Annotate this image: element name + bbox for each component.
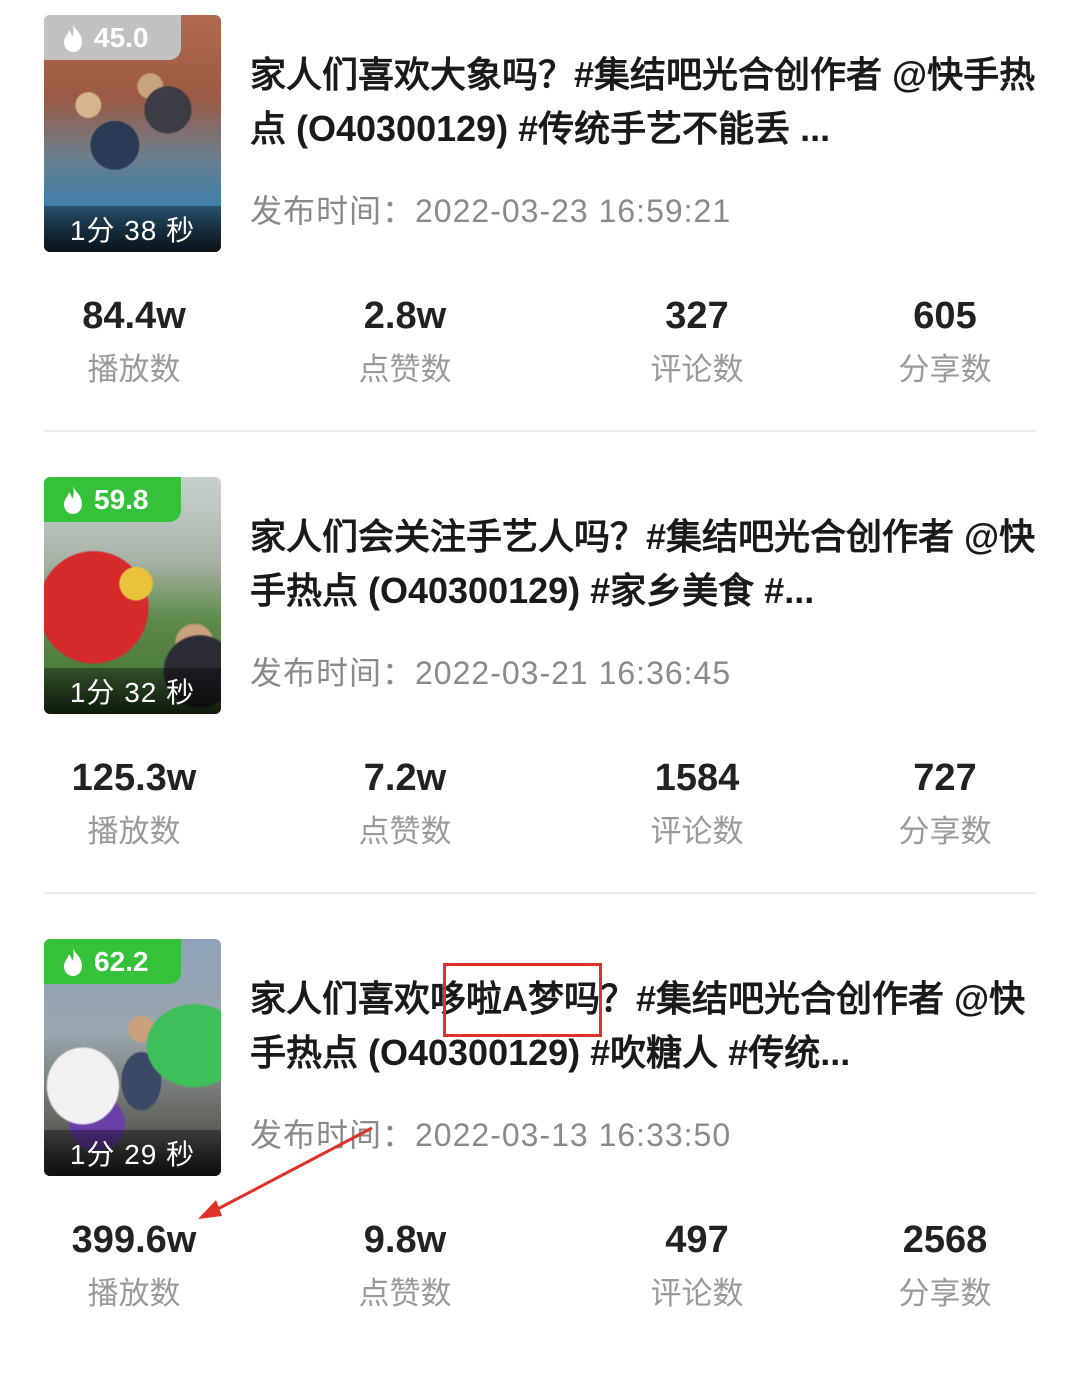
stat-label: 播放数 bbox=[87, 814, 181, 849]
stat-plays: 84.4w 播放数 bbox=[24, 290, 244, 392]
video-title[interactable]: 家人们喜欢哆啦A梦吗？#集结吧光合创作者 @快手热点 (O40300129) #… bbox=[250, 972, 1040, 1080]
video-stats: 125.3w 播放数 7.2w 点赞数 1584 评论数 727 分享数 bbox=[0, 752, 1080, 872]
stat-label: 播放数 bbox=[87, 1276, 181, 1311]
stat-value: 605 bbox=[913, 295, 977, 337]
stat-label: 分享数 bbox=[898, 1276, 992, 1311]
flame-icon bbox=[64, 23, 82, 52]
stat-value: 1584 bbox=[654, 757, 740, 799]
stat-value: 125.3w bbox=[71, 757, 197, 799]
video-title[interactable]: 家人们会关注手艺人吗？#集结吧光合创作者 @快手热点 (O40300129) #… bbox=[250, 510, 1040, 618]
heat-score: 45.0 bbox=[94, 21, 149, 53]
publish-time: 发布时间：2022-03-23 16:59:21 bbox=[250, 193, 732, 229]
video-thumbnail[interactable]: 45.0 1分 38 秒 bbox=[44, 15, 221, 252]
video-duration: 1分 32 秒 bbox=[44, 668, 221, 714]
stat-likes: 2.8w 点赞数 bbox=[295, 290, 515, 392]
stat-value: 399.6w bbox=[71, 1219, 197, 1261]
stat-comments: 497 评论数 bbox=[587, 1214, 807, 1316]
stat-value: 7.2w bbox=[363, 757, 447, 799]
stat-shares: 2568 分享数 bbox=[835, 1214, 1055, 1316]
stat-plays: 399.6w 播放数 bbox=[24, 1214, 244, 1316]
heat-score: 62.2 bbox=[94, 945, 149, 977]
flame-icon bbox=[64, 947, 82, 976]
highlight-box-annotation bbox=[443, 963, 602, 1037]
stat-value: 327 bbox=[665, 295, 729, 337]
stat-label: 评论数 bbox=[650, 1276, 744, 1311]
video-thumbnail[interactable]: 62.2 1分 29 秒 bbox=[44, 939, 221, 1176]
stat-label: 评论数 bbox=[650, 352, 744, 387]
heat-badge: 62.2 bbox=[44, 939, 181, 984]
stat-shares: 727 分享数 bbox=[835, 752, 1055, 854]
flame-icon bbox=[64, 485, 82, 514]
video-card[interactable]: 45.0 1分 38 秒 家人们喜欢大象吗？#集结吧光合创作者 @快手热点 (O… bbox=[0, 0, 1080, 462]
stat-value: 727 bbox=[913, 757, 977, 799]
stat-label: 点赞数 bbox=[358, 814, 452, 849]
stat-shares: 605 分享数 bbox=[835, 290, 1055, 392]
video-card[interactable]: 59.8 1分 32 秒 家人们会关注手艺人吗？#集结吧光合创作者 @快手热点 … bbox=[0, 462, 1080, 924]
stat-label: 播放数 bbox=[87, 352, 181, 387]
stat-value: 497 bbox=[665, 1219, 729, 1261]
stat-label: 点赞数 bbox=[358, 1276, 452, 1311]
heat-badge: 59.8 bbox=[44, 477, 181, 522]
video-stats: 84.4w 播放数 2.8w 点赞数 327 评论数 605 分享数 bbox=[0, 290, 1080, 410]
stat-value: 2.8w bbox=[363, 295, 447, 337]
stat-comments: 327 评论数 bbox=[587, 290, 807, 392]
video-duration: 1分 29 秒 bbox=[44, 1130, 221, 1176]
stat-value: 84.4w bbox=[82, 295, 186, 337]
stat-comments: 1584 评论数 bbox=[587, 752, 807, 854]
stat-label: 点赞数 bbox=[358, 352, 452, 387]
stat-label: 评论数 bbox=[650, 814, 744, 849]
stat-likes: 9.8w 点赞数 bbox=[295, 1214, 515, 1316]
stat-value: 2568 bbox=[902, 1219, 988, 1261]
card-divider bbox=[44, 892, 1036, 894]
video-stats: 399.6w 播放数 9.8w 点赞数 497 评论数 2568 分享数 bbox=[0, 1214, 1080, 1334]
heat-badge: 45.0 bbox=[44, 15, 181, 60]
stat-label: 分享数 bbox=[898, 814, 992, 849]
publish-time: 发布时间：2022-03-13 16:33:50 bbox=[250, 1117, 732, 1153]
stat-likes: 7.2w 点赞数 bbox=[295, 752, 515, 854]
stat-plays: 125.3w 播放数 bbox=[24, 752, 244, 854]
video-title[interactable]: 家人们喜欢大象吗？#集结吧光合创作者 @快手热点 (O40300129) #传统… bbox=[250, 48, 1040, 156]
heat-score: 59.8 bbox=[94, 483, 149, 515]
stat-value: 9.8w bbox=[363, 1219, 447, 1261]
publish-time: 发布时间：2022-03-21 16:36:45 bbox=[250, 655, 732, 691]
card-divider bbox=[44, 430, 1036, 432]
stat-label: 分享数 bbox=[898, 352, 992, 387]
video-duration: 1分 38 秒 bbox=[44, 206, 221, 252]
video-thumbnail[interactable]: 59.8 1分 32 秒 bbox=[44, 477, 221, 714]
